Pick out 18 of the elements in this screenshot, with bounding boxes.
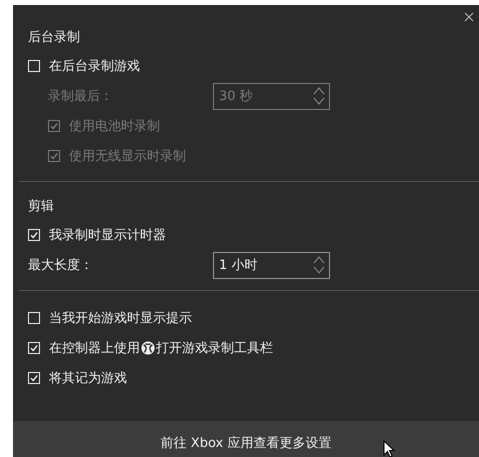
checkbox-label: 将其记为游戏 — [49, 370, 127, 387]
xbox-logo-icon — [141, 341, 155, 355]
close-icon[interactable] — [464, 12, 474, 22]
checkbox-label: 使用无线显示时录制 — [69, 148, 186, 165]
checkbox-label: 使用电池时录制 — [69, 118, 160, 135]
section-title: 剪辑 — [28, 198, 55, 216]
checkbox-label: 在后台录制游戏 — [49, 58, 140, 75]
mouse-pointer-icon — [383, 440, 395, 457]
field-label: 最大长度： — [28, 257, 94, 274]
checkbox-label: 在控制器上使用 — [49, 340, 140, 357]
field-label: 录制最后： — [48, 88, 114, 105]
checkbox-label: 打开游戏录制工具栏 — [156, 340, 273, 357]
up-down-arrows-icon[interactable] — [313, 255, 325, 275]
checkbox-label: 当我开始游戏时显示提示 — [49, 310, 192, 327]
checkbox-label: 我录制时显示计时器 — [49, 227, 166, 244]
section-title: 后台录制 — [28, 29, 81, 47]
spin-field[interactable]: 1 小时 — [213, 252, 330, 278]
xbox-settings-link[interactable]: 前往 Xbox 应用查看更多设置 — [160, 426, 332, 452]
